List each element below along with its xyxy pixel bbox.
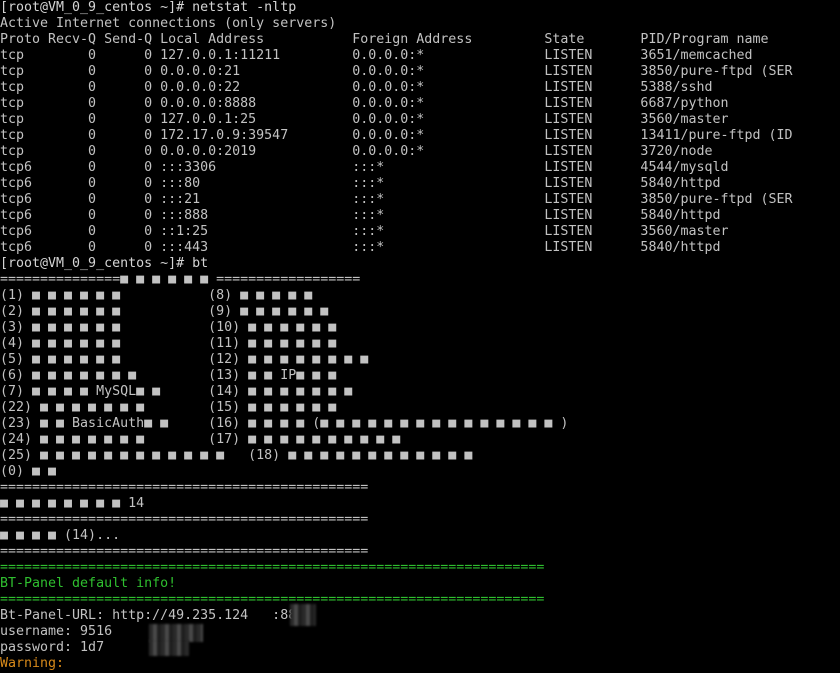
bt-menu-row: (25) ■ ■ ■ ■ ■ ■ ■ ■ ■ ■ ■ ■ (18) ■ ■ ■ … — [0, 448, 473, 463]
bt-menu-row: (3) ■ ■ ■ ■ ■ ■ (10) ■ ■ ■ ■ ■ ■ — [0, 320, 337, 335]
bt-menu-row: (2) ■ ■ ■ ■ ■ ■ (9) ■ ■ ■ ■ ■ ■ — [0, 304, 329, 319]
separator-line: ========================================… — [0, 480, 369, 495]
bt-menu-row: (0) ■ ■ — [0, 464, 57, 479]
netstat-row: tcp6 0 0 :::888 :::* LISTEN 5840/httpd — [0, 208, 721, 223]
netstat-header-row: Proto Recv-Q Send-Q Local Address Foreig… — [0, 32, 769, 47]
separator-line: ========================================… — [0, 544, 369, 559]
bt-input-prompt: ■ ■ ■ ■ ■ ■ ■ ■ 14 — [0, 496, 145, 511]
netstat-title: Active Internet connections (only server… — [0, 16, 337, 31]
netstat-row: tcp 0 0 127.0.0.1:11211 0.0.0.0:* LISTEN… — [0, 48, 753, 63]
bt-menu-row: (6) ■ ■ ■ ■ ■ ■ ■ (13) ■ ■ IP■ ■ ■ — [0, 368, 337, 383]
bt-menu-row: (23) ■ ■ BasicAuth■ ■ (16) ■ ■ ■ ■ (■ ■ … — [0, 416, 569, 431]
bt-panel-url: Bt-Panel-URL: http://49.235.124 :8888 — [0, 608, 313, 623]
terminal-window[interactable]: [root@VM_0_9_centos ~]# netstat -nltp Ac… — [0, 0, 840, 673]
bt-status-text: ■ ■ ■ ■ (14)... — [0, 528, 121, 543]
bt-menu-row: (22) ■ ■ ■ ■ ■ ■ ■ (15) ■ ■ ■ ■ ■ ■ — [0, 400, 337, 415]
bt-menu-row: (4) ■ ■ ■ ■ ■ ■ (11) ■ ■ ■ ■ ■ ■ — [0, 336, 337, 351]
netstat-row: tcp 0 0 127.0.0.1:25 0.0.0.0:* LISTEN 35… — [0, 112, 729, 127]
netstat-row: tcp 0 0 0.0.0.0:21 0.0.0.0:* LISTEN 3850… — [0, 64, 793, 79]
netstat-row: tcp6 0 0 :::80 :::* LISTEN 5840/httpd — [0, 176, 721, 191]
redaction-mask — [149, 640, 189, 656]
redaction-mask — [290, 604, 316, 626]
bt-panel-username: username: 9516 — [0, 624, 113, 639]
warning-label: Warning: — [0, 656, 65, 671]
netstat-row: tcp6 0 0 :::443 :::* LISTEN 5840/httpd — [0, 240, 721, 255]
netstat-row: tcp6 0 0 :::21 :::* LISTEN 3850/pure-ftp… — [0, 192, 793, 207]
shell-prompt-bt: [root@VM_0_9_centos ~]# bt — [0, 256, 209, 271]
bt-panel-info-title: BT-Panel default info! — [0, 576, 177, 591]
bt-panel-password: password: 1d7 — [0, 640, 105, 655]
bt-menu-row: (5) ■ ■ ■ ■ ■ ■ (12) ■ ■ ■ ■ ■ ■ ■ ■ — [0, 352, 369, 367]
netstat-row: tcp 0 0 172.17.0.9:39547 0.0.0.0:* LISTE… — [0, 128, 793, 143]
bt-menu-header: ===============■ ■ ■ ■ ■ ■ =============… — [0, 272, 361, 287]
bt-menu-row: (24) ■ ■ ■ ■ ■ ■ ■ (17) ■ ■ ■ ■ ■ ■ ■ ■ … — [0, 432, 401, 447]
netstat-row: tcp 0 0 0.0.0.0:22 0.0.0.0:* LISTEN 5388… — [0, 80, 713, 95]
bt-menu-row: (1) ■ ■ ■ ■ ■ ■ (8) ■ ■ ■ ■ ■ — [0, 288, 313, 303]
shell-prompt-netstat: [root@VM_0_9_centos ~]# netstat -nltp — [0, 0, 297, 15]
netstat-row: tcp6 0 0 ::1:25 :::* LISTEN 3560/master — [0, 224, 729, 239]
bt-menu-row: (7) ■ ■ ■ ■ MySQL■ ■ (14) ■ ■ ■ ■ ■ ■ ■ — [0, 384, 353, 399]
separator-line: ========================================… — [0, 512, 369, 527]
separator-line: ========================================… — [0, 560, 545, 575]
netstat-row: tcp6 0 0 :::3306 :::* LISTEN 4544/mysqld — [0, 160, 729, 175]
separator-line: ========================================… — [0, 592, 545, 607]
netstat-row: tcp 0 0 0.0.0.0:2019 0.0.0.0:* LISTEN 37… — [0, 144, 713, 159]
netstat-row: tcp 0 0 0.0.0.0:8888 0.0.0.0:* LISTEN 66… — [0, 96, 729, 111]
